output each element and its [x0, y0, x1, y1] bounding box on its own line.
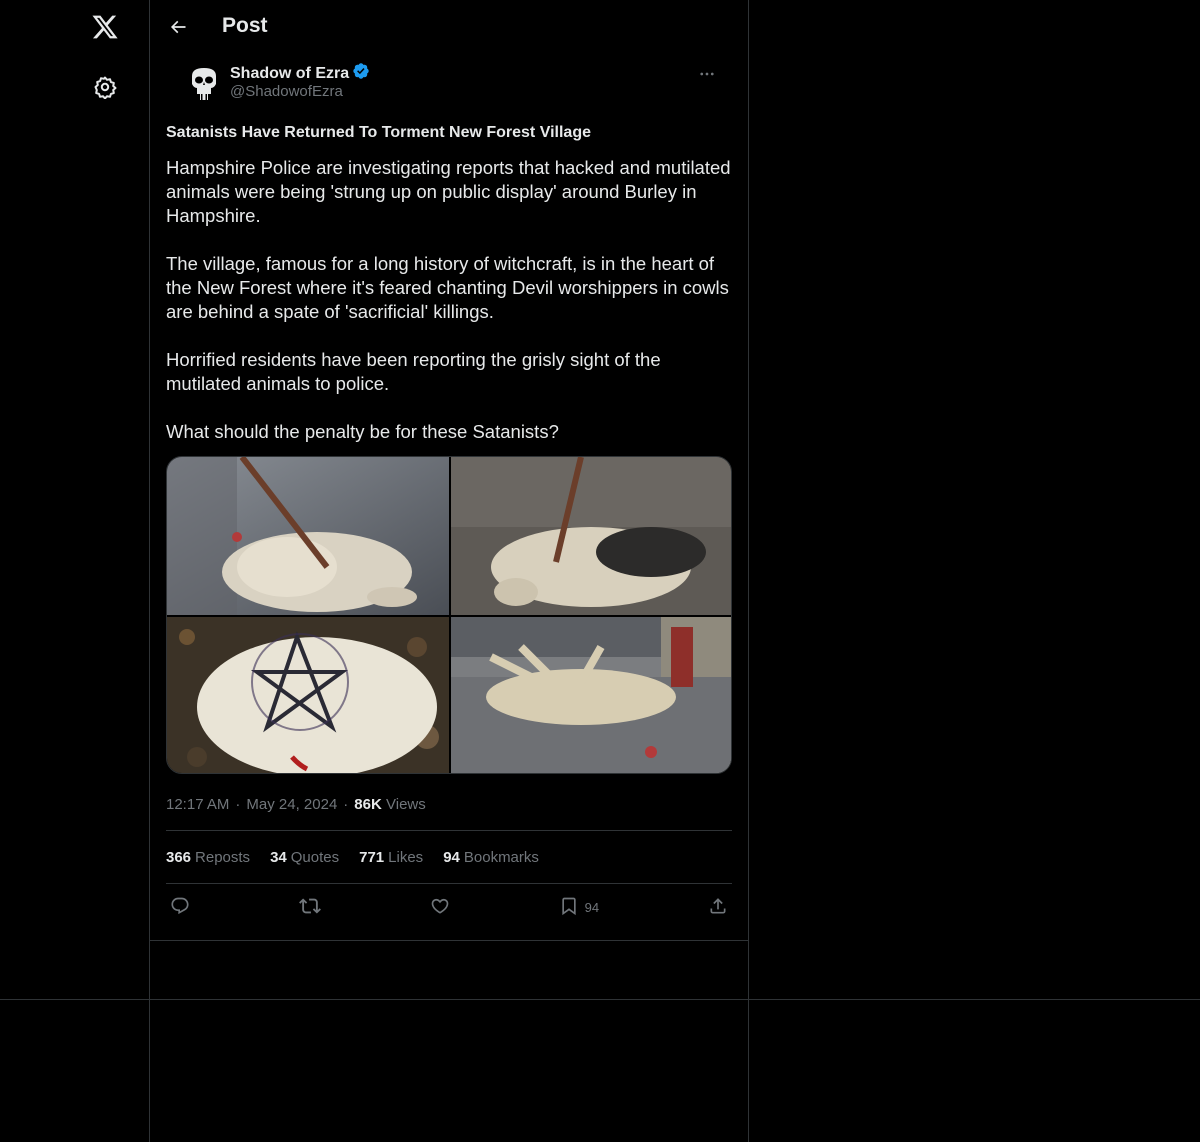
post-headline: Satanists Have Returned To Torment New F…	[166, 124, 591, 141]
post-paragraph: Horrified residents have been reporting …	[166, 349, 661, 394]
media-photo-3[interactable]	[167, 617, 449, 773]
page: Post Shadow of Ezra @ShadowofEzra Satani…	[0, 0, 1200, 1142]
post-bottom-border	[150, 940, 749, 941]
main-column: Post Shadow of Ezra @ShadowofEzra Satani…	[150, 0, 749, 1142]
like-button[interactable]	[430, 896, 450, 919]
reposts-count: 366	[166, 848, 192, 866]
post-header: Post	[150, 0, 748, 54]
bookmark-count: 94	[584, 900, 600, 915]
stat-bookmarks[interactable]: 94 Bookmarks	[443, 849, 539, 866]
more-icon[interactable]	[690, 62, 724, 86]
post-body: Hampshire Police are investigating repor…	[166, 156, 732, 444]
action-bar: 94	[166, 884, 732, 931]
bookmark-icon	[559, 896, 579, 919]
post-views[interactable]: 86K Views	[354, 796, 425, 813]
post-stats: 366 Reposts 34 Quotes 771 Likes 94 Bookmarks	[166, 831, 732, 883]
post-meta: 12:17 AM · May 24, 2024 · 86K Views	[166, 794, 732, 814]
media-grid	[166, 456, 732, 774]
author-handle[interactable]: @ShadowofEzra	[230, 83, 343, 100]
media-photo-2[interactable]	[451, 457, 731, 615]
page-title: Post	[222, 14, 268, 37]
post-paragraph: The village, famous for a long history o…	[166, 253, 729, 322]
settings-icon[interactable]	[88, 70, 122, 104]
meta-separator: ·	[235, 795, 241, 813]
repost-icon	[298, 895, 321, 920]
share-icon	[708, 896, 728, 919]
stat-quotes[interactable]: 34 Quotes	[270, 849, 339, 866]
post-date[interactable]: May 24, 2024	[246, 796, 337, 813]
post: Shadow of Ezra @ShadowofEzra Satanists H…	[150, 54, 748, 931]
views-label: Views	[386, 795, 426, 813]
stat-reposts[interactable]: 366 Reposts	[166, 849, 250, 866]
media-photo-4[interactable]	[451, 617, 731, 773]
views-count: 86K	[354, 795, 382, 813]
repost-button[interactable]	[298, 895, 321, 920]
like-icon	[430, 896, 450, 919]
reply-button[interactable]	[170, 896, 190, 919]
author-row: Shadow of Ezra @ShadowofEzra	[166, 54, 732, 114]
author-name-text[interactable]: Shadow of Ezra	[230, 65, 349, 83]
share-button[interactable]	[708, 896, 728, 919]
reposts-label: Reposts	[195, 848, 251, 866]
bookmark-button[interactable]: 94	[559, 896, 599, 919]
media-photo-1[interactable]	[167, 457, 449, 615]
left-rail	[0, 0, 150, 1142]
stat-likes[interactable]: 771 Likes	[359, 849, 423, 866]
meta-separator: ·	[343, 795, 349, 813]
post-paragraph: Hampshire Police are investigating repor…	[166, 157, 731, 226]
author-name[interactable]: Shadow of Ezra	[230, 62, 370, 85]
likes-label: Likes	[388, 848, 424, 866]
verified-badge-icon	[352, 62, 370, 85]
post-time[interactable]: 12:17 AM	[166, 796, 229, 813]
quotes-count: 34	[270, 848, 287, 866]
quotes-label: Quotes	[290, 848, 340, 866]
reply-icon	[170, 896, 190, 919]
likes-count: 771	[359, 848, 385, 866]
page-divider	[0, 999, 1200, 1000]
bookmarks-count: 94	[443, 848, 460, 866]
avatar[interactable]	[184, 64, 224, 104]
x-logo-icon[interactable]	[88, 10, 122, 44]
back-arrow-icon[interactable]	[162, 11, 194, 43]
post-paragraph: What should the penalty be for these Sat…	[166, 421, 559, 442]
bookmarks-label: Bookmarks	[463, 848, 539, 866]
